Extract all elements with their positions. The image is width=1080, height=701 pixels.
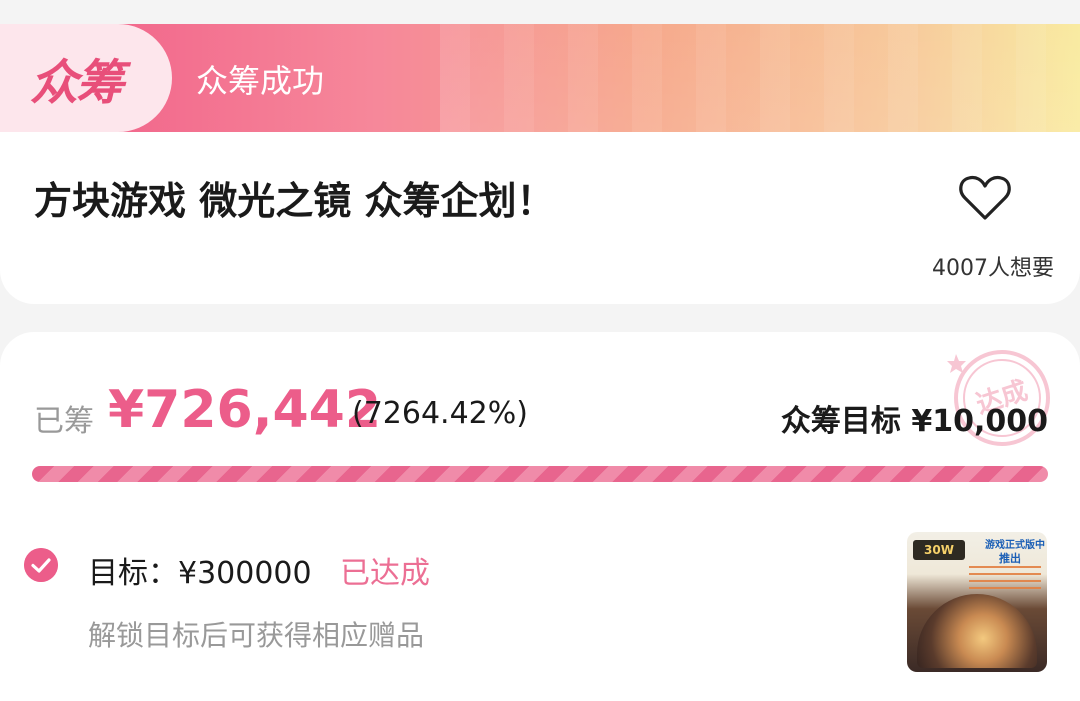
- project-title: 方块游戏 微光之镜 众筹企划！: [34, 179, 555, 223]
- stretch-goal-hint: 解锁目标后可获得相应赠品: [88, 619, 425, 652]
- progress-bar: [32, 466, 1048, 482]
- check-circle-icon: [24, 548, 58, 582]
- thumb-text-lines: [969, 566, 1041, 592]
- want-count: 4007人想要: [932, 256, 1054, 281]
- campaign-status: 众筹成功: [196, 62, 325, 100]
- funding-progress-card: 达成 已筹 ¥726,442 (7264.42%) 众筹目标 ¥10,000 目…: [0, 332, 1080, 701]
- thumb-scene-image: [917, 594, 1037, 668]
- thumb-caption-1: 游戏正式版中: [985, 540, 1045, 551]
- banner-texture: [440, 24, 1080, 132]
- stretch-goal-label: 目标：¥300000: [88, 556, 312, 591]
- heart-outline-icon[interactable]: [955, 168, 1015, 228]
- funding-goal: 众筹目标 ¥10,000: [780, 404, 1048, 439]
- raised-amount: ¥726,442: [108, 380, 382, 440]
- crowdfunding-banner: 众筹 众筹成功: [0, 24, 1080, 132]
- thumb-caption-2: 推出: [999, 552, 1021, 565]
- stretch-goal-status: 已达成: [340, 556, 430, 591]
- raised-percent: (7264.42%): [352, 396, 528, 431]
- project-title-card: 方块游戏 微光之镜 众筹企划！ 4007人想要: [0, 132, 1080, 304]
- raised-label: 已筹: [34, 404, 94, 439]
- badge-label: 众筹: [30, 55, 124, 111]
- reward-thumbnail[interactable]: 30W 游戏正式版中 推出: [907, 532, 1047, 672]
- crowdfunding-badge: 众筹: [0, 24, 172, 132]
- thumb-pill: 30W: [913, 540, 965, 560]
